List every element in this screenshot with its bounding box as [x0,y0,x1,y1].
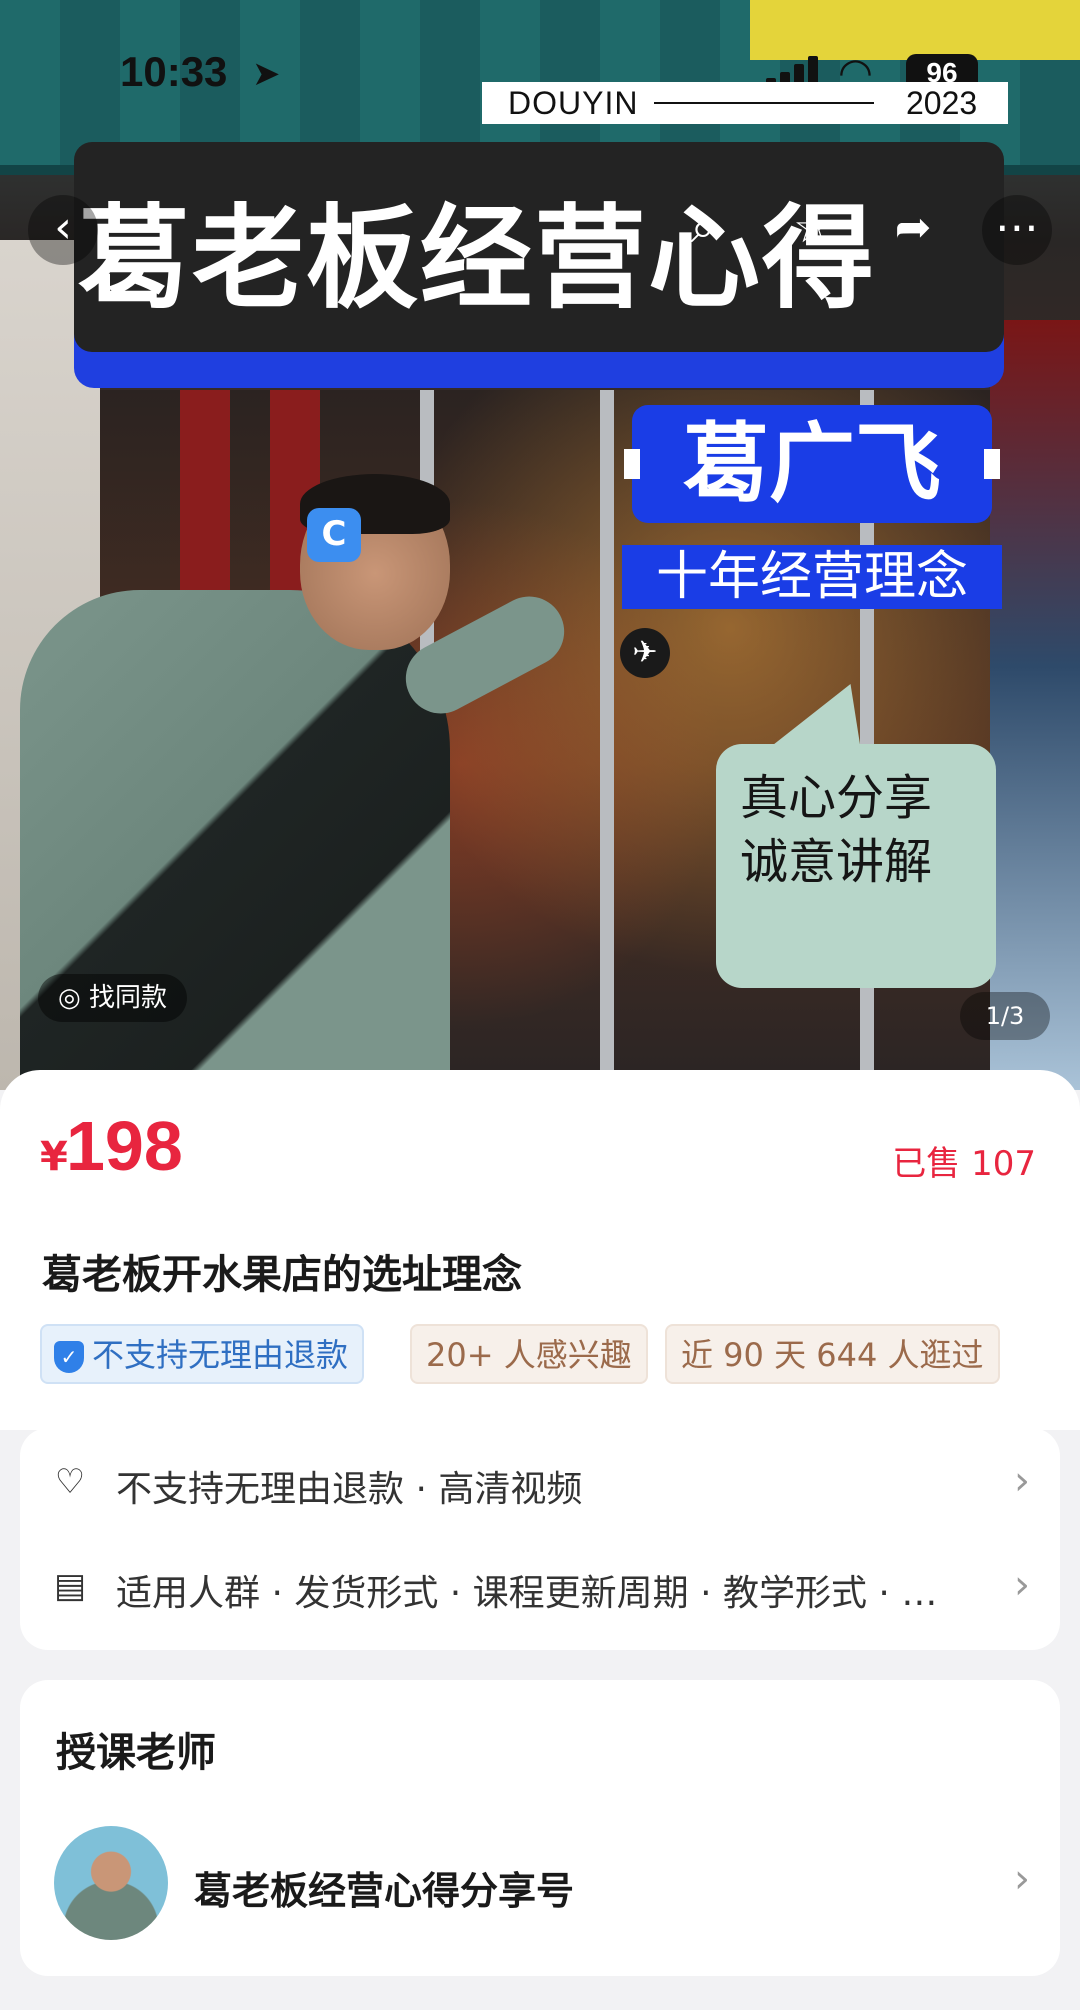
refund-policy-label: 不支持无理由退款 [92,1336,349,1374]
image-pager: 1/3 [960,992,1050,1040]
scan-icon: ◎ [58,983,89,1013]
window-frame [600,390,614,1070]
douyin-label: DOUYIN [508,85,639,121]
heart-shield-icon: ♡ [54,1462,86,1502]
store-shelf [990,320,1080,1090]
chevron-right-icon[interactable]: › [1014,1856,1030,1902]
plane-icon: ✈ [620,628,670,678]
teacher-card: 授课老师 葛老板经营心得分享号 › [20,1680,1060,1976]
status-bar: 10:33 ➤ ◠ 96 [0,0,1080,150]
currency-symbol: ¥ [40,1134,68,1180]
bubble-line: 真心分享 [740,770,933,826]
course-params-row[interactable]: ▤ 适用人群 · 发货形式 · 课程更新周期 · 教学形式 · … › [20,1536,1060,1636]
teacher-name[interactable]: 葛老板经营心得分享号 [194,1860,574,1915]
more-icon: ⋯ [995,202,1039,253]
search-icon: ⌕ [690,202,716,253]
watermark-logo: C [307,508,361,562]
douyin-year: 2023 [906,85,978,121]
favorite-button[interactable]: ☆ [778,195,848,265]
back-button[interactable]: ‹ [28,195,98,265]
chevron-left-icon: ‹ [54,202,72,253]
service-row[interactable]: ♡ 不支持无理由退款 · 高清视频 › [20,1432,1060,1532]
price: 198 [66,1107,183,1185]
status-time: 10:33 [120,48,228,95]
share-icon: ➦ [894,202,932,253]
search-button[interactable]: ⌕ [668,195,738,265]
teacher-avatar[interactable] [54,1826,168,1940]
more-button[interactable]: ⋯ [982,195,1052,265]
shield-check-icon: ✓ [54,1341,84,1373]
course-params-label: 适用人群 · 发货形式 · 课程更新周期 · 教学形式 · … [116,1573,938,1614]
service-row-label: 不支持无理由退款 · 高清视频 [116,1469,583,1510]
chevron-right-icon: › [1014,1458,1030,1504]
clipboard-icon: ▤ [53,1566,87,1606]
teacher-heading: 授课老师 [56,1730,216,1776]
presenter-subtitle: 十年经营理念 [622,545,1002,609]
hero-title: 葛老板经营心得 [78,194,876,324]
location-icon: ➤ [252,55,281,93]
star-icon: ☆ [793,202,833,253]
bubble-line: 诚意讲解 [740,834,933,890]
presenter-name-tag: 葛广飞 [624,405,1000,523]
refund-policy-badge[interactable]: ✓ 不支持无理由退款 [40,1324,365,1384]
find-similar-label: 找同款 [88,983,167,1013]
interest-badge: 20+ 人感兴趣 [410,1324,648,1384]
strip-divider [654,102,874,104]
find-similar-button[interactable]: ◎ 找同款 [38,974,187,1022]
product-title: 葛老板开水果店的选址理念 [42,1252,522,1298]
speech-bubble: 真心分享 诚意讲解 [716,744,996,988]
douyin-watermark-strip: DOUYIN 2023 [482,82,1008,124]
share-button[interactable]: ➦ [878,195,948,265]
visited-badge: 近 90 天 644 人逛过 [665,1324,1000,1384]
sold-count: 已售 107 [892,1144,1036,1184]
chevron-right-icon: › [1014,1562,1030,1608]
service-details-card: ♡ 不支持无理由退款 · 高清视频 › ▤ 适用人群 · 发货形式 · 课程更新… [20,1428,1060,1650]
